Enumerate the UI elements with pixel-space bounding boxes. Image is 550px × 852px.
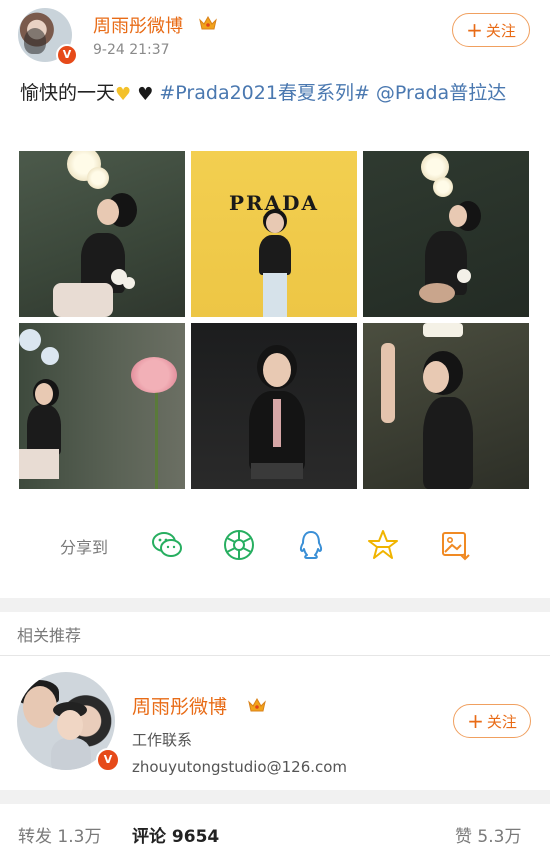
photo-4[interactable]: [19, 323, 185, 489]
post-text-main: 愉快的一天: [20, 82, 116, 104]
follow-label: 关注: [485, 21, 516, 40]
plus-icon: +: [467, 709, 484, 733]
photo-1[interactable]: [19, 151, 185, 317]
section-title: 相关推荐: [17, 626, 82, 645]
author-name[interactable]: 周雨彤微博: [93, 12, 183, 38]
plus-icon: +: [466, 18, 483, 42]
crown-icon: [199, 15, 217, 30]
black-heart-icon: ♥: [137, 84, 154, 105]
photo-grid: PRADA SS 2: [19, 151, 531, 490]
yellow-heart-icon: ♥: [115, 84, 132, 105]
photo-6[interactable]: [363, 323, 529, 489]
section-divider: [0, 598, 550, 612]
photo-3[interactable]: [363, 151, 529, 317]
share-label: 分享到: [60, 538, 109, 557]
qq-icon[interactable]: [294, 528, 328, 562]
stats-bar: 转发 1.3万 评论 9654 赞 5.3万: [0, 808, 550, 852]
verified-badge-icon: V: [96, 748, 120, 772]
follow-label: 关注: [486, 712, 517, 731]
repost-button[interactable]: 转发 1.3万: [18, 822, 101, 847]
wechat-icon[interactable]: [150, 528, 184, 562]
post-header: V 周雨彤微博 9-24 21:37 + 关注: [0, 0, 550, 70]
follow-button[interactable]: + 关注: [452, 13, 530, 47]
divider-line: [0, 655, 550, 656]
post-time: 9-24 21:37: [93, 42, 170, 58]
qzone-star-icon[interactable]: [366, 528, 400, 562]
share-row: 分享到: [0, 526, 550, 566]
mention-link[interactable]: @Prada普拉达: [376, 82, 506, 104]
recommend-email: zhouyutongstudio@126.com: [132, 758, 348, 776]
moments-icon[interactable]: [222, 528, 256, 562]
recommend-follow-button[interactable]: + 关注: [453, 704, 531, 738]
like-button[interactable]: 赞 5.3万: [455, 822, 521, 847]
recommend-name[interactable]: 周雨彤微博: [132, 692, 227, 719]
photo-2[interactable]: PRADA SS 2: [191, 151, 357, 317]
post-text: 愉快的一天♥ ♥ #Prada2021春夏系列# @Prada普拉达: [20, 78, 530, 110]
recommend-desc: 工作联系: [132, 731, 193, 749]
hashtag-link[interactable]: #Prada2021春夏系列#: [159, 82, 369, 104]
verified-badge-icon: V: [56, 44, 78, 66]
comment-button[interactable]: 评论 9654: [132, 822, 219, 847]
photo-5[interactable]: [191, 323, 357, 489]
crown-icon: [248, 697, 266, 712]
section-divider: [0, 790, 550, 804]
save-image-icon[interactable]: [438, 528, 472, 562]
recommend-card[interactable]: V 周雨彤微博 工作联系 zhouyutongstudio@126.com + …: [0, 660, 550, 788]
